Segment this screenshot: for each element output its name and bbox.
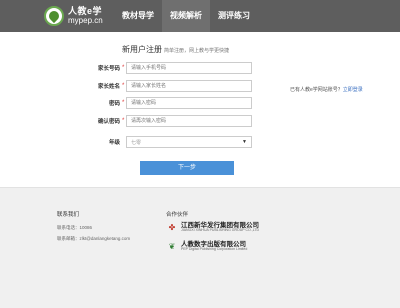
parent-name-row: 家长姓名 * bbox=[76, 80, 252, 92]
form-title-subtitle: 简单注册，网上教与学更快捷 bbox=[164, 48, 230, 54]
contact-heading: 联系我们 bbox=[57, 212, 80, 218]
partner-pep-digital[interactable]: ❦ 人教数字出版有限公司 PEP Digital Publishing Corp… bbox=[166, 241, 248, 252]
confirm-password-label: 确认密码 bbox=[97, 119, 120, 125]
parent-phone-label: 家长号码 bbox=[97, 66, 120, 72]
form-title-main: 新用户注册 bbox=[122, 45, 162, 54]
login-prompt: 已有人教e学网站账号？立即登录 bbox=[290, 86, 363, 93]
partner-jiangxi-xinhua[interactable]: ✤ 江西新华发行集团有限公司 JIANGXI XINHUA PUBLISHING… bbox=[166, 222, 259, 233]
dropdown-caret-icon: ▼ bbox=[242, 139, 247, 145]
login-now-link[interactable]: 立即登录 bbox=[343, 87, 363, 93]
grade-selected-value: 七零 bbox=[131, 139, 142, 146]
contact-phone: 联系电话：10086 bbox=[57, 225, 93, 230]
next-step-button[interactable]: 下一步 bbox=[140, 161, 234, 175]
parent-name-label: 家长姓名 bbox=[97, 84, 120, 90]
grade-select[interactable]: 七零 ▼ bbox=[126, 136, 252, 148]
logo-domain-text: mypep.cn bbox=[68, 16, 103, 25]
top-navigation-bar: 人教e学 mypep.cn 教材导学 视频解析 测评练习 bbox=[0, 0, 400, 32]
confirm-password-row: 确认密码 * bbox=[76, 115, 252, 127]
confirm-password-input[interactable] bbox=[126, 115, 252, 127]
password-row: 密码 * bbox=[76, 97, 252, 109]
password-input[interactable] bbox=[126, 97, 252, 109]
form-title: 新用户注册 简单注册，网上教与学更快捷 bbox=[122, 44, 229, 55]
contact-email: 联系邮箱：zlkt@danlangketang.com bbox=[57, 236, 131, 241]
parent-name-input[interactable] bbox=[126, 80, 252, 92]
nav-item-textbook-guide[interactable]: 教材导学 bbox=[114, 0, 162, 32]
nav-item-video-analysis[interactable]: 视频解析 bbox=[162, 0, 210, 32]
parent-phone-input[interactable] bbox=[126, 62, 252, 74]
page-footer: 联系我们 联系电话：10086 联系邮箱：zlkt@danlangketang.… bbox=[0, 187, 400, 308]
password-label: 密码 bbox=[108, 101, 120, 107]
pep-logo-icon: ❦ bbox=[168, 241, 176, 251]
leaf-logo-icon bbox=[44, 6, 64, 26]
site-logo[interactable]: 人教e学 mypep.cn bbox=[44, 4, 103, 28]
email-address[interactable]: zlkt@danlangketang.com bbox=[80, 236, 131, 241]
partners-heading: 合作伙伴 bbox=[166, 212, 189, 218]
grade-row: 年级 七零 ▼ bbox=[76, 136, 252, 148]
xinhua-logo-icon: ✤ bbox=[168, 222, 176, 232]
nav-item-practice-test[interactable]: 测评练习 bbox=[210, 0, 258, 32]
phone-number: 10086 bbox=[79, 225, 93, 230]
grade-label: 年级 bbox=[108, 140, 120, 146]
logo-chinese-text: 人教e学 bbox=[68, 6, 103, 16]
parent-phone-row: 家长号码 * bbox=[76, 62, 252, 74]
main-nav: 教材导学 视频解析 测评练习 bbox=[114, 0, 258, 32]
login-prompt-text: 已有人教e学网站账号？ bbox=[290, 87, 343, 93]
